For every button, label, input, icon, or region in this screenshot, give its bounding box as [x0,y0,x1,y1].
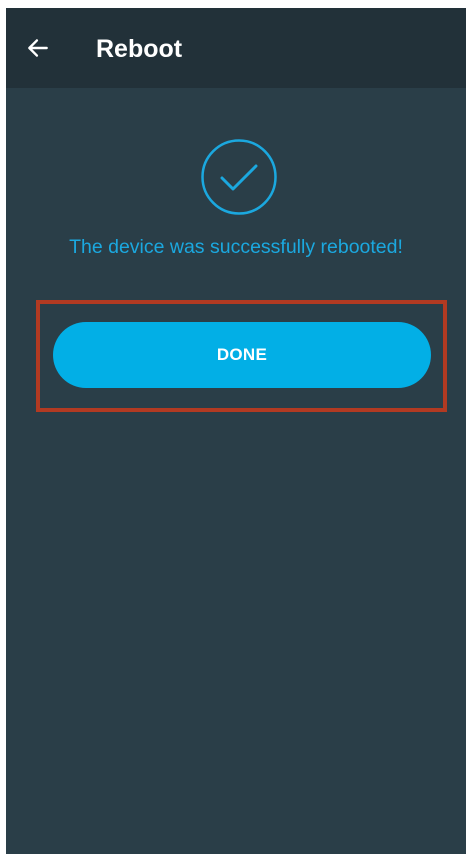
arrow-left-icon [28,39,48,57]
check-circle-icon [200,138,278,216]
done-button[interactable]: DONE [53,322,431,388]
app-bar: Reboot [6,8,466,88]
page-title: Reboot [96,35,183,63]
status-message: The device was successfully rebooted! [69,236,403,258]
screen: Reboot The device was successfully reboo… [6,8,466,854]
back-button[interactable] [20,30,56,66]
